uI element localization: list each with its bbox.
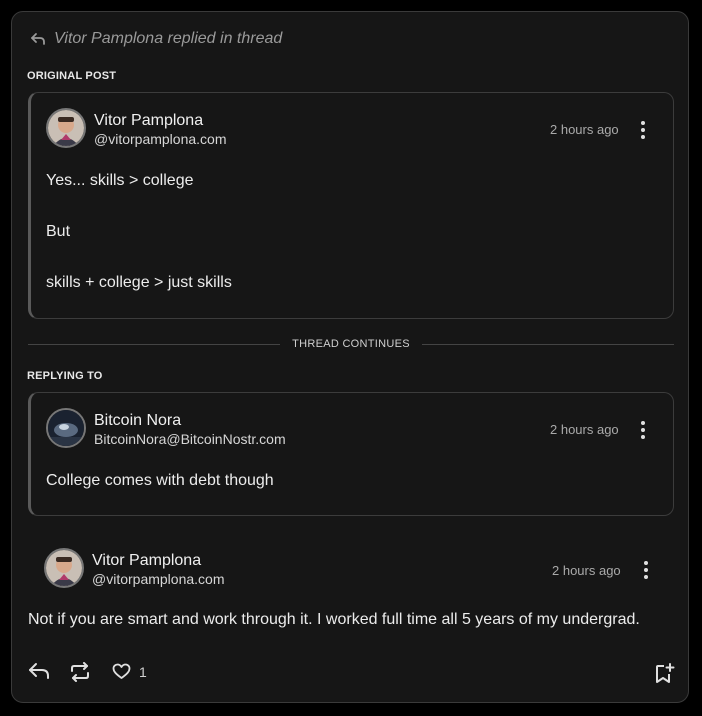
author-handle[interactable]: BitcoinNora@BitcoinNostr.com	[94, 431, 286, 447]
reply-button[interactable]	[28, 662, 50, 680]
post-line-1: Yes... skills > college	[46, 172, 194, 189]
more-vertical-icon[interactable]	[640, 421, 646, 439]
author-name[interactable]: Bitcoin Nora	[94, 412, 181, 430]
thread-header-text: Vitor Pamplona replied in thread	[54, 30, 283, 47]
original-post-label: ORIGINAL POST	[27, 70, 117, 82]
reply-text: Not if you are smart and work through it…	[28, 611, 640, 628]
thread-continues-divider: THREAD CONTINUES	[28, 336, 674, 352]
author-name[interactable]: Vitor Pamplona	[92, 552, 201, 570]
author-handle[interactable]: @vitorpamplona.com	[94, 131, 227, 147]
author-handle[interactable]: @vitorpamplona.com	[92, 571, 225, 587]
avatar[interactable]	[44, 548, 84, 588]
post-text: College comes with debt though	[46, 472, 274, 489]
repost-icon	[71, 662, 89, 682]
replying-to-label: REPLYING TO	[27, 370, 103, 382]
divider-line	[28, 343, 281, 345]
like-button[interactable]: 1	[112, 663, 147, 680]
action-bar: 1	[28, 662, 678, 690]
divider-line	[421, 343, 674, 345]
heart-icon	[112, 663, 131, 679]
post-time: 2 hours ago	[552, 563, 621, 578]
avatar[interactable]	[46, 108, 86, 148]
thread-card: Vitor Pamplona replied in thread ORIGINA…	[11, 11, 689, 703]
avatar-vitor-image	[46, 550, 82, 586]
post-time: 2 hours ago	[550, 422, 619, 437]
post-line-2: But	[46, 223, 71, 240]
more-vertical-icon[interactable]	[640, 121, 646, 139]
divider-label: THREAD CONTINUES	[292, 338, 410, 350]
bookmark-add-icon	[656, 663, 675, 683]
original-post-card[interactable]: Vitor Pamplona @vitorpamplona.com 2 hour…	[28, 92, 674, 319]
like-count: 1	[139, 663, 147, 680]
avatar-vitor-image	[48, 110, 84, 146]
author-name[interactable]: Vitor Pamplona	[94, 112, 203, 130]
post-line-3: skills + college > just skills	[46, 274, 232, 291]
bookmark-button[interactable]	[653, 662, 675, 684]
thread-header[interactable]: Vitor Pamplona replied in thread	[30, 30, 282, 48]
more-vertical-icon[interactable]	[643, 561, 649, 579]
reply-arrow-icon	[29, 663, 49, 679]
reply-arrow-icon	[31, 33, 45, 45]
post-time: 2 hours ago	[550, 122, 619, 137]
avatar[interactable]	[46, 408, 86, 448]
repost-button[interactable]	[69, 662, 91, 682]
replying-to-card[interactable]: Bitcoin Nora BitcoinNora@BitcoinNostr.co…	[28, 392, 674, 516]
avatar-nora-image	[48, 410, 84, 446]
